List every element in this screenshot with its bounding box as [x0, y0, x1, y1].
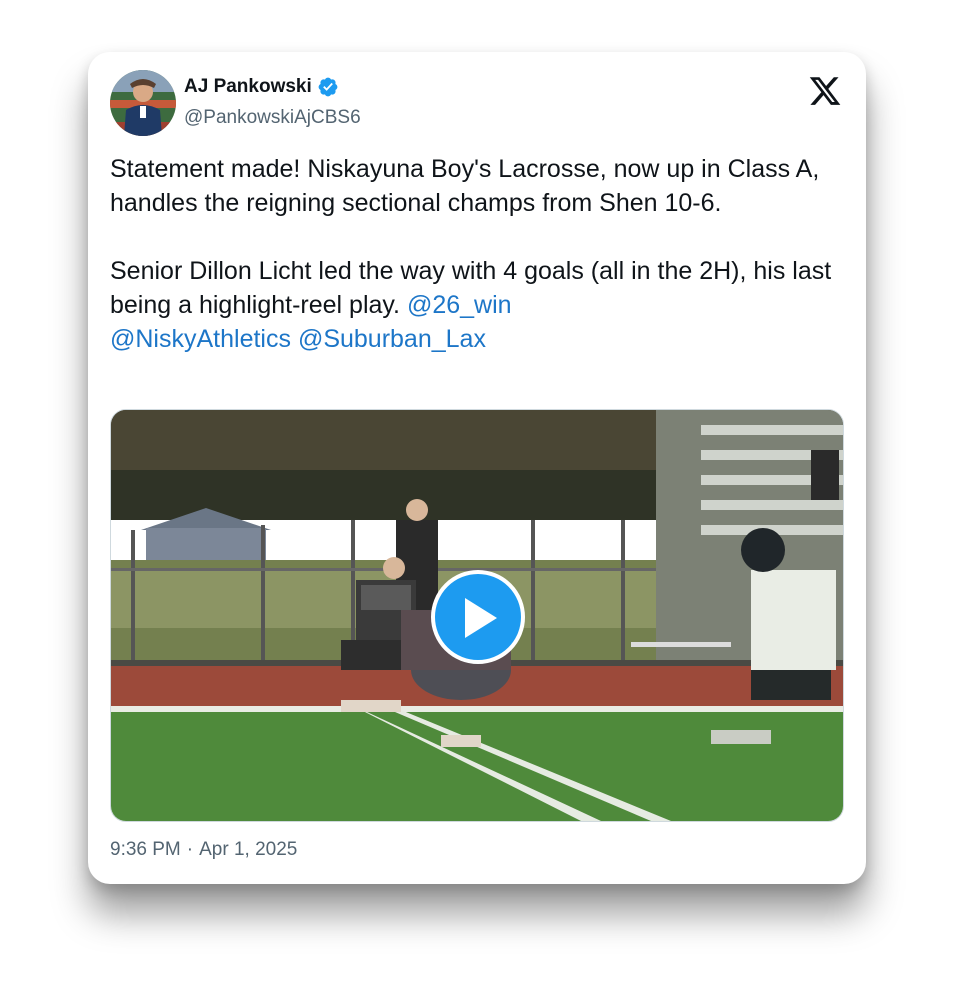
stage: AJ Pankowski @PankowskiAjCBS6 Statement …	[0, 0, 953, 1007]
timestamp-separator: ·	[186, 839, 194, 860]
tweet-timestamp[interactable]: 9:36 PM · Apr 1, 2025	[110, 839, 297, 861]
avatar[interactable]	[110, 70, 176, 136]
user-handle[interactable]: @PankowskiAjCBS6	[184, 107, 361, 129]
play-icon	[465, 598, 497, 638]
mention-26-win[interactable]: @26_win	[407, 291, 512, 319]
verified-badge-icon	[317, 76, 339, 98]
display-name[interactable]: AJ Pankowski	[184, 76, 312, 98]
name-row: AJ Pankowski	[184, 76, 339, 98]
tweet-time: 9:36 PM	[110, 839, 181, 860]
x-logo-icon[interactable]	[808, 74, 842, 108]
tweet-header: AJ Pankowski @PankowskiAjCBS6	[110, 70, 846, 136]
tweet-paragraph-2: Senior Dillon Licht led the way with 4 g…	[110, 254, 850, 356]
mention-suburban-lax[interactable]: @Suburban_Lax	[298, 325, 486, 353]
tweet-paragraph-1: Statement made! Niskayuna Boy's Lacrosse…	[110, 155, 820, 217]
tweet-date: Apr 1, 2025	[199, 839, 298, 860]
tweet-text: Statement made! Niskayuna Boy's Lacrosse…	[110, 152, 850, 356]
video-player[interactable]	[110, 409, 844, 822]
play-button[interactable]	[431, 570, 525, 664]
mention-nisky-athletics[interactable]: @NiskyAthletics	[110, 325, 291, 353]
tweet-card: AJ Pankowski @PankowskiAjCBS6 Statement …	[88, 52, 866, 884]
